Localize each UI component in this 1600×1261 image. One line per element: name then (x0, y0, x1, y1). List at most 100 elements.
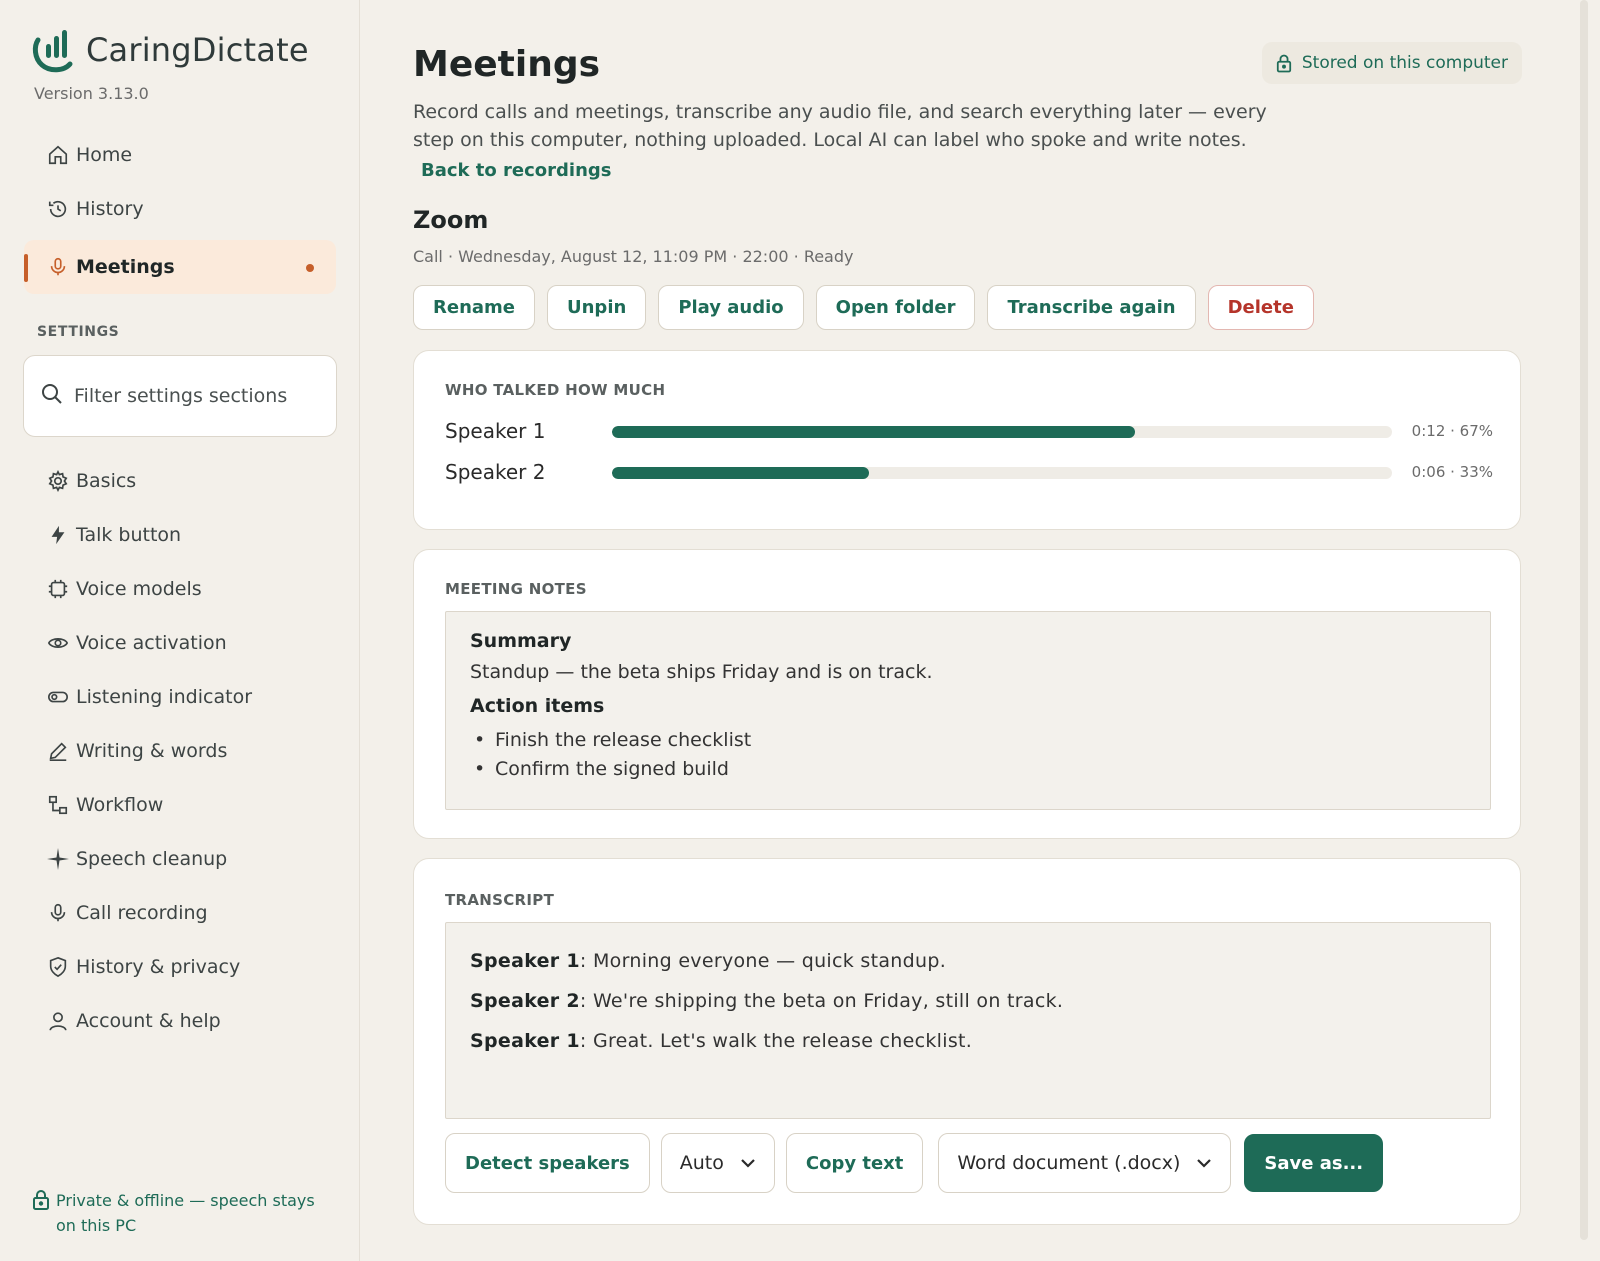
talk-share-fill (612, 426, 1135, 438)
settings-item-basics[interactable]: Basics (24, 454, 336, 508)
transcript-content: Speaker 1: Morning everyone — quick stan… (445, 922, 1491, 1119)
settings-item-label: History & privacy (76, 956, 241, 978)
nav-item-label: Home (76, 144, 133, 166)
speaker-name: Speaker 1 (445, 419, 546, 443)
stored-badge-label: Stored on this computer (1301, 53, 1508, 73)
sidebar: CaringDictate Version 3.13.0 Home Histor… (0, 0, 360, 1261)
settings-item-account-help[interactable]: Account & help (24, 994, 336, 1048)
meeting-notes-card: MEETING NOTES Summary Standup — the beta… (413, 549, 1521, 839)
sparkle-icon (46, 847, 70, 871)
eye-icon (46, 631, 70, 655)
settings-item-label: Voice models (76, 578, 202, 600)
action-item: Finish the release checklist (470, 726, 1466, 755)
app-name: CaringDictate (86, 31, 309, 69)
transcript-line: Speaker 1: Morning everyone — quick stan… (470, 941, 1466, 981)
stored-badge: Stored on this computer (1261, 42, 1522, 84)
lock-icon (32, 1188, 50, 1238)
settings-item-writing-words[interactable]: Writing & words (24, 724, 336, 778)
mic-icon (46, 255, 70, 279)
chevron-down-icon (740, 1158, 756, 1168)
chevron-down-icon (1196, 1158, 1212, 1168)
gear-icon (46, 469, 70, 493)
page-description: Record calls and meetings, transcribe an… (413, 101, 1267, 151)
meeting-notes-label: MEETING NOTES (445, 580, 587, 598)
speaker-name: Speaker 2 (445, 460, 546, 484)
brand: CaringDictate (30, 26, 309, 74)
settings-item-label: Voice activation (76, 632, 227, 654)
transcript-text: : We're shipping the beta on Friday, sti… (579, 990, 1064, 1012)
action-items-list: Finish the release checklist Confirm the… (470, 726, 1466, 784)
action-items-heading: Action items (470, 695, 605, 717)
nav-item-home[interactable]: Home (24, 128, 336, 182)
export-format-select[interactable]: Word document (.docx) (938, 1133, 1232, 1193)
talk-share-bar (612, 467, 1392, 479)
settings-item-workflow[interactable]: Workflow (24, 778, 336, 832)
unpin-button[interactable]: Unpin (547, 285, 647, 330)
settings-item-history-privacy[interactable]: History & privacy (24, 940, 336, 994)
settings-item-label: Speech cleanup (76, 848, 228, 870)
privacy-note-text: Private & offline — speech stays on this… (56, 1191, 315, 1235)
active-dot (306, 264, 314, 272)
search-icon (40, 382, 64, 410)
rename-button[interactable]: Rename (413, 285, 535, 330)
home-icon (46, 143, 70, 167)
play-audio-button[interactable]: Play audio (658, 285, 804, 330)
settings-item-label: Account & help (76, 1010, 221, 1032)
settings-item-listening-indicator[interactable]: Listening indicator (24, 670, 336, 724)
nav-item-label: History (76, 198, 144, 220)
privacy-note: Private & offline — speech stays on this… (32, 1188, 332, 1238)
transcript-text: : Morning everyone — quick standup. (579, 950, 947, 972)
settings-item-call-recording[interactable]: Call recording (24, 886, 336, 940)
settings-filter (23, 355, 337, 437)
lock-icon (1276, 54, 1292, 73)
delete-button[interactable]: Delete (1207, 285, 1314, 330)
transcript-line: Speaker 2: We're shipping the beta on Fr… (470, 981, 1466, 1021)
settings-item-label: Basics (76, 470, 137, 492)
copy-text-button[interactable]: Copy text (785, 1133, 924, 1193)
transcribe-again-button[interactable]: Transcribe again (987, 285, 1196, 330)
pencil-icon (46, 739, 70, 763)
settings-section-label: SETTINGS (37, 324, 120, 340)
speaker-row: Speaker 2 0:06 · 33% (445, 458, 1493, 488)
transcript-text: : Great. Let's walk the release checklis… (579, 1030, 973, 1052)
bolt-icon (46, 523, 70, 547)
save-as-button[interactable]: Save as... (1244, 1134, 1384, 1192)
transcript-speaker: Speaker 1 (470, 950, 580, 972)
settings-item-label: Writing & words (76, 740, 228, 762)
speaker-mode-select[interactable]: Auto (660, 1133, 775, 1193)
speaker-row: Speaker 1 0:12 · 67% (445, 417, 1493, 447)
meeting-notes-content: Summary Standup — the beta ships Friday … (445, 611, 1491, 810)
recording-title: Zoom (413, 206, 489, 234)
settings-item-voice-models[interactable]: Voice models (24, 562, 336, 616)
settings-nav: Basics Talk button Voice models Voice ac… (24, 454, 336, 1048)
speaker-stat: 0:12 · 67% (1411, 422, 1493, 440)
settings-filter-input[interactable] (74, 385, 314, 407)
transcript-card: TRANSCRIPT Speaker 1: Morning everyone —… (413, 858, 1521, 1225)
shield-icon (46, 955, 70, 979)
settings-item-voice-activation[interactable]: Voice activation (24, 616, 336, 670)
detect-speakers-button[interactable]: Detect speakers (445, 1133, 650, 1193)
history-icon (46, 197, 70, 221)
nav-item-meetings[interactable]: Meetings (24, 240, 336, 294)
open-folder-button[interactable]: Open folder (815, 285, 976, 330)
nav-item-history[interactable]: History (24, 182, 336, 236)
transcript-line: Speaker 1: Great. Let's walk the release… (470, 1021, 1466, 1061)
summary-heading: Summary (470, 630, 572, 652)
recording-meta: Call · Wednesday, August 12, 11:09 PM · … (413, 247, 854, 266)
main-nav: Home History Meetings (24, 128, 336, 294)
back-to-recordings-link[interactable]: Back to recordings (421, 160, 611, 181)
settings-item-label: Talk button (76, 524, 182, 546)
page-title: Meetings (413, 44, 601, 85)
settings-item-speech-cleanup[interactable]: Speech cleanup (24, 832, 336, 886)
talk-share-bar (612, 426, 1392, 438)
settings-item-talk-button[interactable]: Talk button (24, 508, 336, 562)
settings-item-label: Listening indicator (76, 686, 253, 708)
speaker-stat: 0:06 · 33% (1411, 463, 1493, 481)
scrollbar[interactable] (1580, 0, 1588, 1240)
summary-text: Standup — the beta ships Friday and is o… (470, 661, 933, 683)
settings-item-label: Workflow (76, 794, 164, 816)
toggle-icon (46, 685, 70, 709)
speaker-mode-value: Auto (679, 1152, 724, 1174)
chip-icon (46, 577, 70, 601)
talk-time-card: WHO TALKED HOW MUCH Speaker 1 0:12 · 67%… (413, 350, 1521, 530)
